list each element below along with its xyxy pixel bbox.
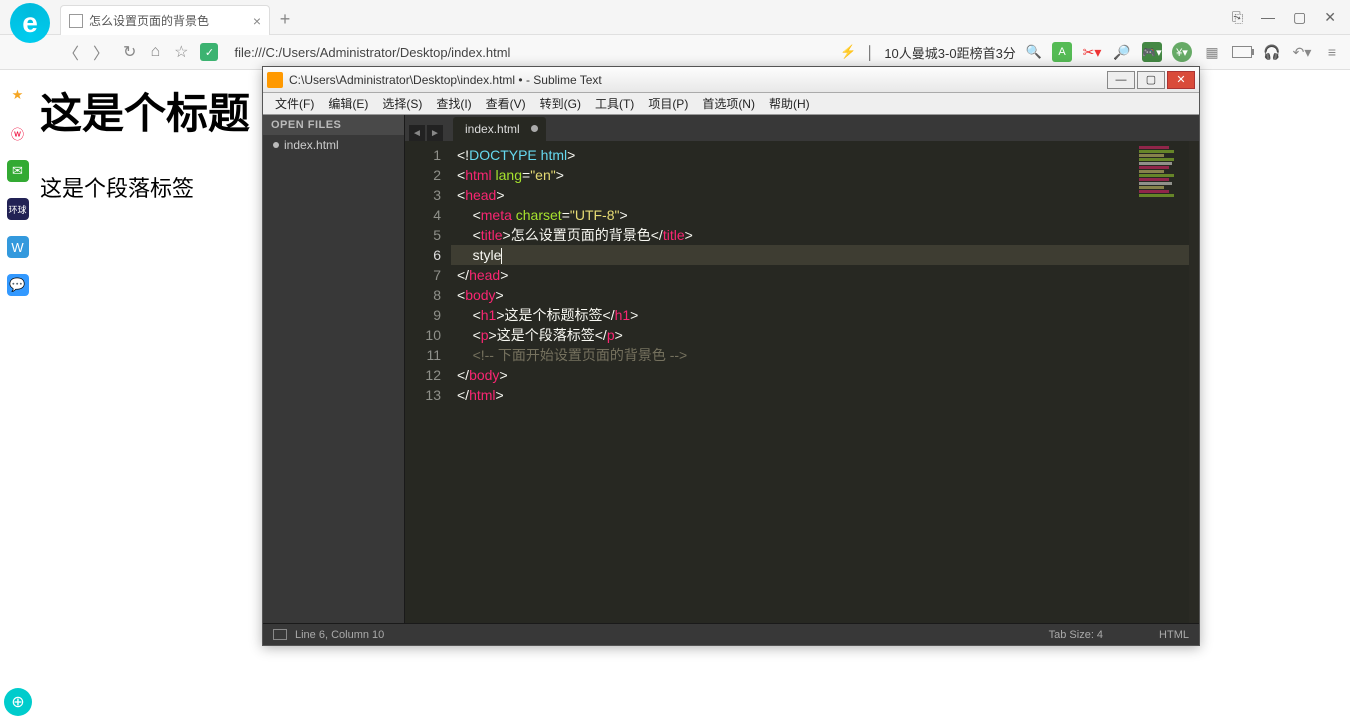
weibo-sidebar-icon[interactable]: ⓦ: [7, 122, 29, 144]
sublime-editor-area: ◄ ► index.html 12345678910111213 <!DOCTY…: [405, 115, 1199, 623]
browser-tabs-row: e 怎么设置页面的背景色 × + ⎘ ― ▢ ✕: [0, 0, 1350, 35]
status-cursor-position[interactable]: Line 6, Column 10: [295, 629, 384, 641]
menu-tools[interactable]: 工具(T): [589, 94, 640, 113]
undo-icon[interactable]: ↶▾: [1292, 42, 1312, 62]
menu-selection[interactable]: 选择(S): [376, 94, 428, 113]
close-tab-icon[interactable]: ×: [253, 13, 261, 29]
current-line-highlight: [451, 245, 1199, 265]
sublime-status-bar: Line 6, Column 10 Tab Size: 4 HTML: [263, 623, 1199, 645]
minimize-icon[interactable]: ―: [1261, 9, 1275, 25]
page-paragraph: 这是个段落标签: [40, 171, 250, 203]
scissors-icon[interactable]: ✂▾: [1082, 42, 1102, 62]
separator: │: [866, 45, 874, 60]
page-favicon: [69, 14, 83, 28]
battery-icon[interactable]: [1232, 42, 1252, 62]
translate-icon[interactable]: A: [1052, 42, 1072, 62]
news-ticker[interactable]: 10人曼城3-0距榜首3分: [884, 43, 1015, 62]
code-content[interactable]: <!DOCTYPE html> <html lang="en"> <head> …: [451, 141, 1199, 623]
editor-tab[interactable]: index.html: [453, 117, 546, 141]
menu-goto[interactable]: 转到(G): [534, 94, 587, 113]
security-shield-icon[interactable]: ✓: [200, 43, 218, 61]
mail-sidebar-icon[interactable]: ✉: [7, 160, 29, 182]
reload-button[interactable]: ↻: [123, 42, 136, 62]
open-files-header: OPEN FILES: [263, 115, 404, 135]
tab-nav-right-icon[interactable]: ►: [427, 125, 443, 141]
editor-scrollbar[interactable]: [1189, 141, 1199, 623]
nav-button-group: 〈 〉 ↻ ⌂ ☆: [8, 40, 188, 64]
open-file-item[interactable]: index.html: [263, 135, 404, 155]
sublime-app-icon: [267, 72, 283, 88]
wallet-icon[interactable]: ¥▾: [1172, 42, 1192, 62]
chat-sidebar-icon[interactable]: 💬: [7, 274, 29, 296]
menu-project[interactable]: 项目(P): [642, 94, 694, 113]
browser-sidebar: ★ ⓦ ✉ 环球 W 💬: [0, 70, 35, 296]
menu-edit[interactable]: 编辑(E): [322, 94, 374, 113]
favorite-button[interactable]: ☆: [174, 42, 188, 62]
minimap[interactable]: [1139, 145, 1189, 205]
magnify-icon[interactable]: 🔎: [1112, 42, 1132, 62]
back-button[interactable]: 〈: [63, 40, 79, 64]
code-editor[interactable]: 12345678910111213 <!DOCTYPE html> <html …: [405, 141, 1199, 623]
browser-tab[interactable]: 怎么设置页面的背景色 ×: [60, 5, 270, 35]
sublime-titlebar[interactable]: C:\Users\Administrator\Desktop\index.htm…: [263, 67, 1199, 93]
sublime-menu-bar: 文件(F) 编辑(E) 选择(S) 查找(I) 查看(V) 转到(G) 工具(T…: [263, 93, 1199, 115]
favorites-sidebar-icon[interactable]: ★: [7, 84, 29, 106]
status-panel-icon[interactable]: [273, 629, 287, 640]
apps-grid-icon[interactable]: ▦: [1202, 42, 1222, 62]
headphone-icon[interactable]: 🎧: [1262, 42, 1282, 62]
word-sidebar-icon[interactable]: W: [7, 236, 29, 258]
browser-address-bar: 〈 〉 ↻ ⌂ ☆ ✓ file:///C:/Users/Administrat…: [0, 35, 1350, 70]
sublime-minimize-button[interactable]: ―: [1107, 71, 1135, 89]
sublime-window: C:\Users\Administrator\Desktop\index.htm…: [262, 66, 1200, 646]
sublime-title-text: C:\Users\Administrator\Desktop\index.htm…: [289, 73, 602, 87]
window-controls: ⎘ ― ▢ ✕: [1218, 0, 1350, 34]
menu-help[interactable]: 帮助(H): [763, 94, 816, 113]
hamburger-menu-icon[interactable]: ≡: [1322, 42, 1342, 62]
browser-logo[interactable]: e: [0, 0, 60, 34]
home-button[interactable]: ⌂: [150, 43, 160, 61]
browser-tab-strip: 怎么设置页面的背景色 × +: [60, 0, 1218, 34]
editor-tab-strip: ◄ ► index.html: [405, 115, 1199, 141]
sidebar-bottom: ⊕: [4, 688, 32, 716]
page-heading: 这是个标题: [40, 80, 250, 141]
news-sidebar-icon[interactable]: 环球: [7, 198, 29, 220]
tab-dirty-dot-icon: [531, 125, 538, 132]
unsaved-dot-icon: [273, 142, 279, 148]
text-cursor: [501, 248, 502, 264]
search-icon[interactable]: 🔍: [1026, 44, 1042, 60]
page-viewport: 这是个标题 这是个段落标签: [40, 80, 250, 203]
gamepad-icon[interactable]: 🎮▾: [1142, 42, 1162, 62]
menu-file[interactable]: 文件(F): [269, 94, 320, 113]
editor-tab-label: index.html: [465, 122, 520, 136]
sublime-maximize-button[interactable]: ▢: [1137, 71, 1165, 89]
url-display[interactable]: file:///C:/Users/Administrator/Desktop/i…: [230, 45, 828, 60]
browser-tab-title: 怎么设置页面的背景色: [89, 12, 209, 29]
pin-icon[interactable]: ⎘: [1232, 9, 1243, 26]
toolbar-right: ⚡ │ 10人曼城3-0距榜首3分 🔍 A ✂▾ 🔎 🎮▾ ¥▾ ▦ 🎧 ↶▾ …: [840, 42, 1342, 62]
tab-nav-left-icon[interactable]: ◄: [409, 125, 425, 141]
sublime-sidebar: OPEN FILES index.html: [263, 115, 405, 623]
menu-view[interactable]: 查看(V): [480, 94, 532, 113]
forward-button[interactable]: 〉: [93, 40, 109, 64]
new-tab-button[interactable]: +: [270, 5, 300, 34]
line-number-gutter: 12345678910111213: [405, 141, 451, 623]
close-icon[interactable]: ✕: [1324, 9, 1336, 26]
status-tab-size[interactable]: Tab Size: 4: [1049, 629, 1103, 641]
menu-preferences[interactable]: 首选项(N): [696, 94, 761, 113]
bolt-icon[interactable]: ⚡: [840, 44, 856, 60]
add-sidebar-button[interactable]: ⊕: [4, 688, 32, 716]
menu-find[interactable]: 查找(I): [430, 94, 477, 113]
sublime-close-button[interactable]: ✕: [1167, 71, 1195, 89]
status-syntax[interactable]: HTML: [1159, 629, 1189, 641]
maximize-icon[interactable]: ▢: [1293, 9, 1306, 26]
open-file-name: index.html: [284, 138, 339, 152]
